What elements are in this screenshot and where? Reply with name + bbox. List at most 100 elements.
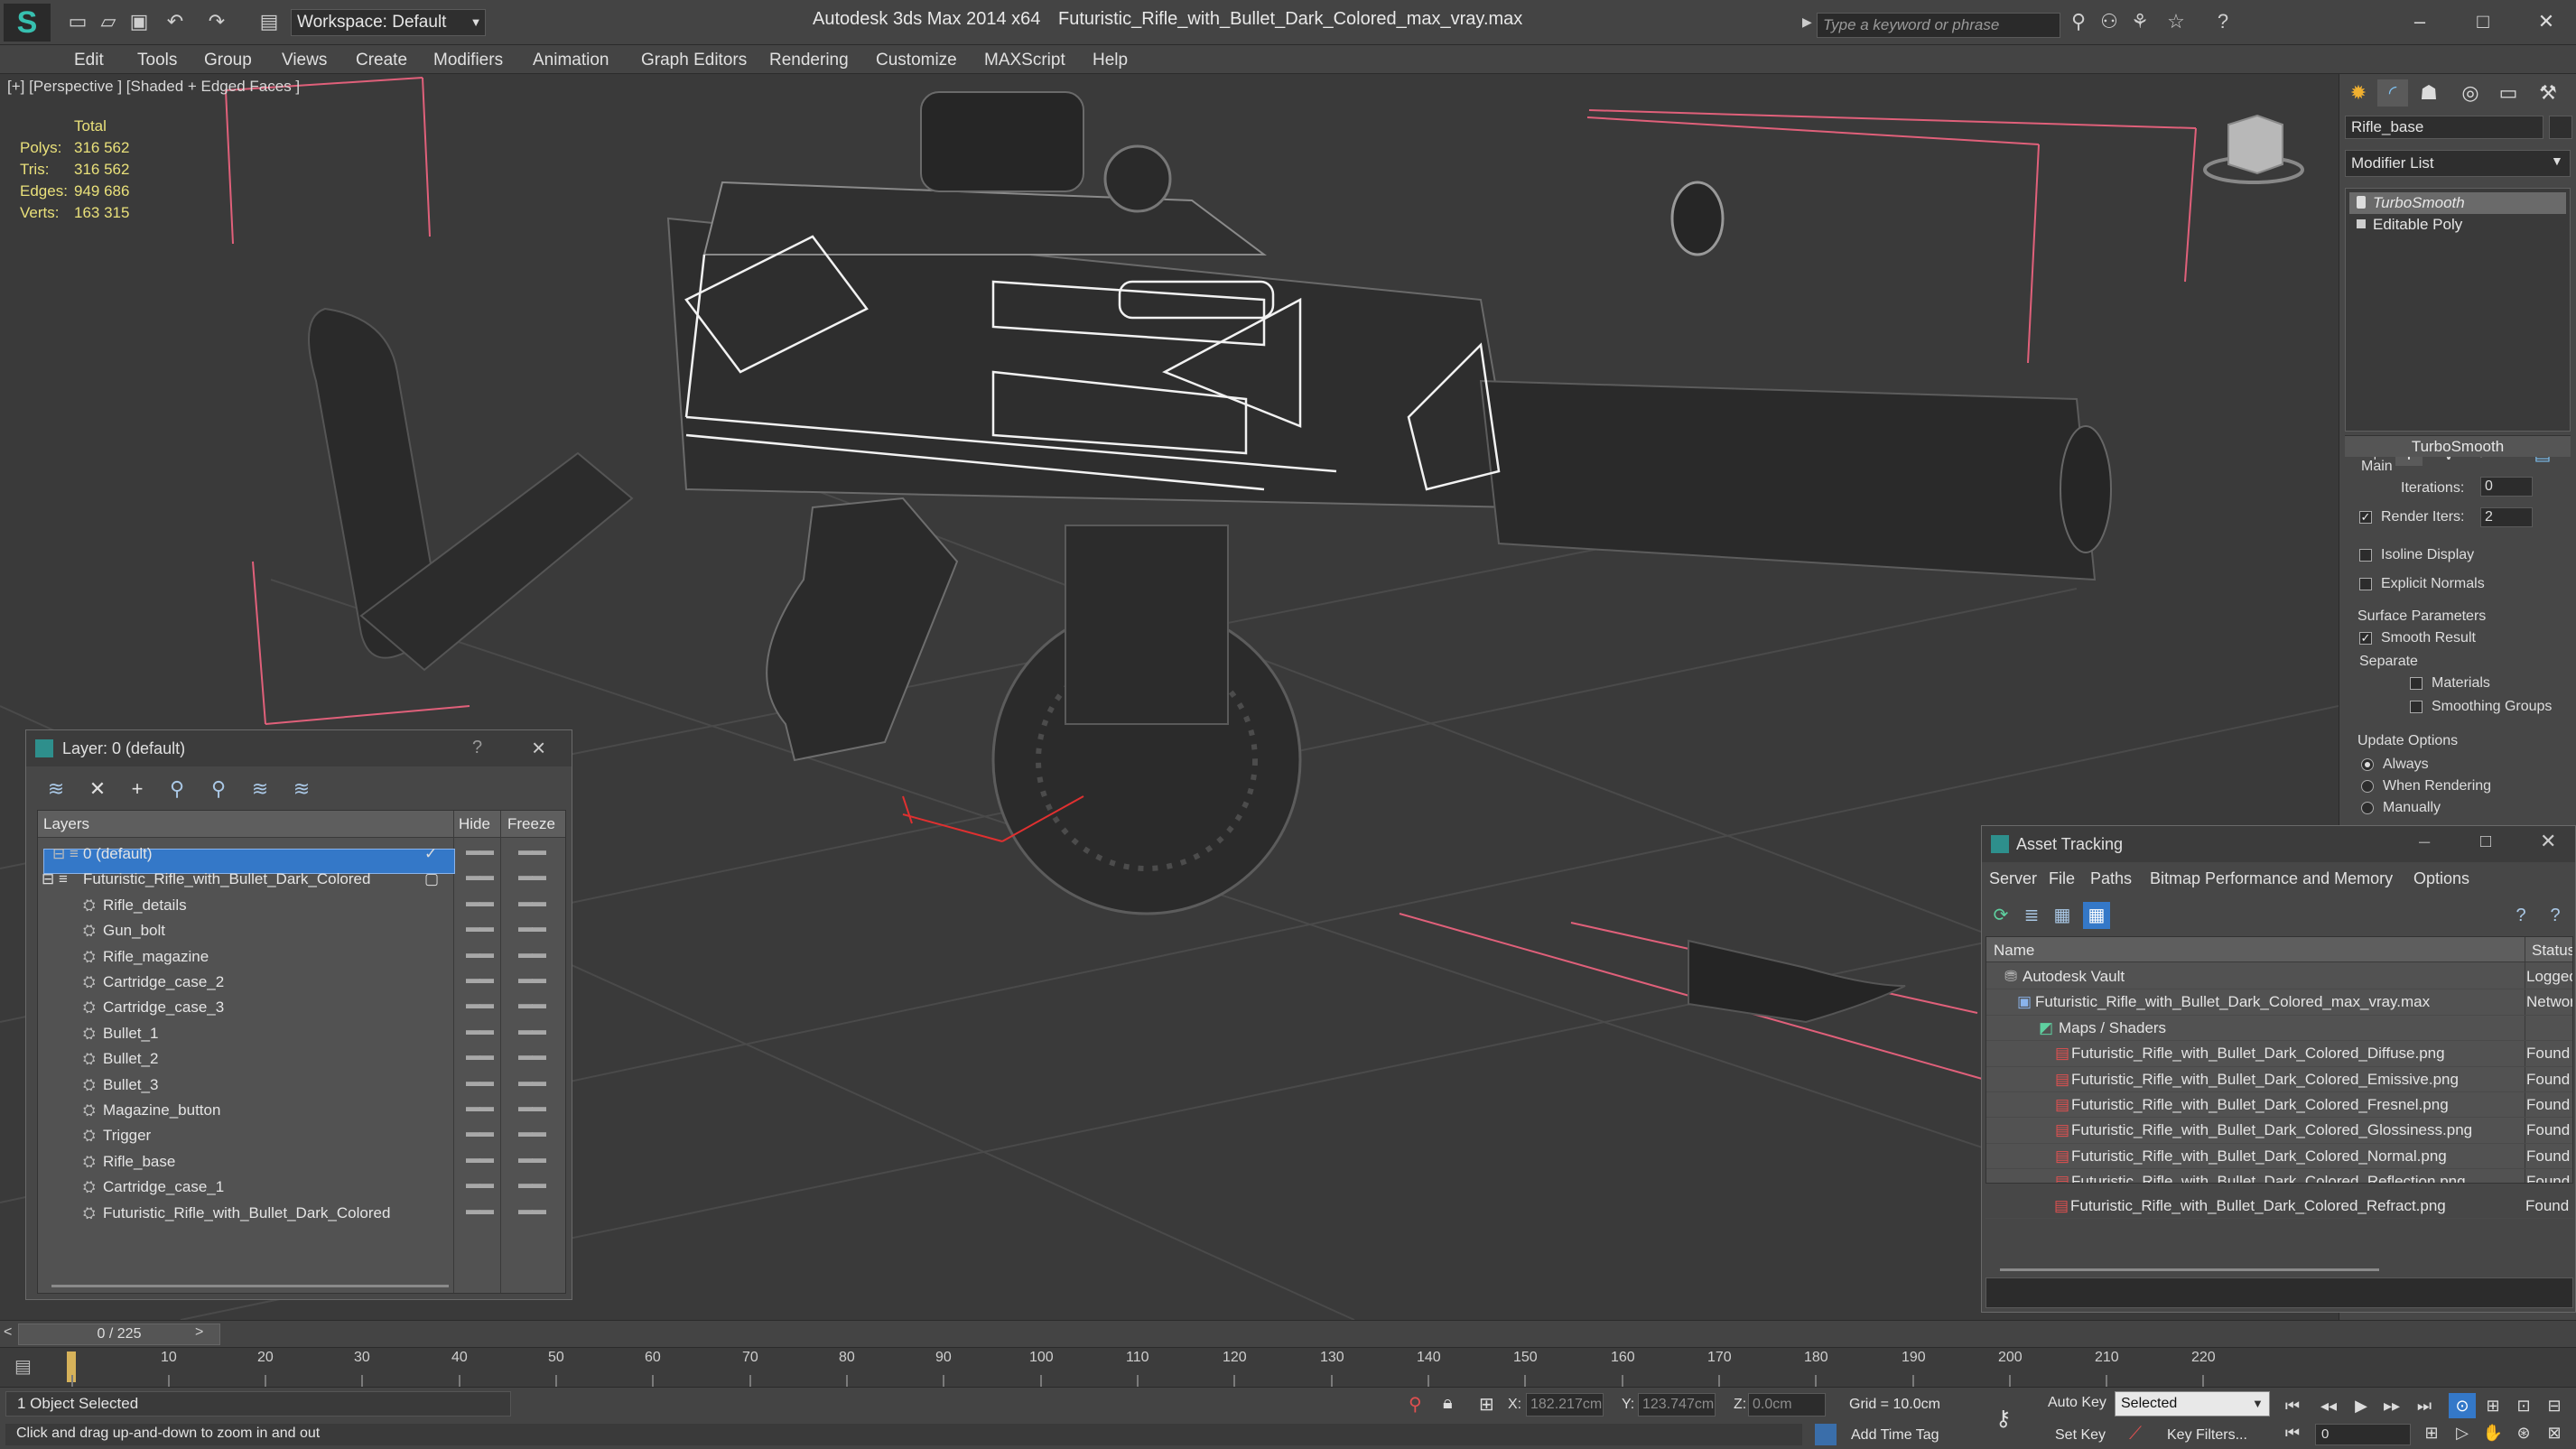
column-name[interactable]: Name	[1994, 942, 2034, 960]
column-layers[interactable]: Layers	[43, 815, 89, 833]
asset-row[interactable]: ▤ Futuristic_Rifle_with_Bullet_Dark_Colo…	[1986, 1118, 2572, 1144]
chevron-down-icon[interactable]: ▼	[2551, 153, 2563, 168]
key-selection-dropdown[interactable]: Selected	[2115, 1391, 2270, 1416]
search-input[interactable]: Type a keyword or phrase	[1817, 13, 2060, 38]
layer-row[interactable]: ⛭ Rifle_base ▬▬ ▬▬	[38, 1149, 565, 1175]
open-file-icon[interactable]: ▱	[96, 9, 121, 34]
add-time-tag-button[interactable]: Add Time Tag	[1851, 1427, 1939, 1444]
maximize-viewport-icon[interactable]: ⊟	[2541, 1393, 2568, 1418]
chevron-right-icon[interactable]: >	[195, 1324, 203, 1341]
always-radio[interactable]	[2361, 758, 2374, 771]
menu-group[interactable]: Group	[204, 51, 252, 70]
refresh-icon[interactable]: ⟳	[1987, 902, 2014, 929]
menu-views[interactable]: Views	[282, 51, 327, 70]
menu-customize[interactable]: Customize	[876, 51, 957, 70]
asset-menu-file[interactable]: File	[2049, 869, 2075, 888]
undo-icon[interactable]: ↶	[163, 9, 188, 34]
modify-tab-icon[interactable]: ◜	[2377, 79, 2408, 107]
chevron-left-icon[interactable]: <	[4, 1324, 12, 1341]
set-key-button[interactable]: Set Key	[2055, 1427, 2106, 1444]
layer-row[interactable]: ⛭ Bullet_1 ▬▬ ▬▬	[38, 1021, 565, 1046]
maximize-toggle-icon[interactable]: ⊠	[2541, 1420, 2568, 1445]
close-icon[interactable]: ✕	[2540, 830, 2556, 853]
x-coordinate-field[interactable]: 182.217cm	[1526, 1393, 1604, 1416]
lightbulb-icon[interactable]	[2357, 196, 2366, 209]
menu-animation[interactable]: Animation	[533, 51, 609, 70]
freeze-all-layers-icon[interactable]: ≋	[288, 776, 315, 803]
absolute-mode-icon[interactable]: ⊞	[1479, 1393, 1494, 1416]
chevron-down-icon[interactable]: ▼	[466, 9, 486, 36]
motion-tab-icon[interactable]: ◎	[2455, 79, 2486, 107]
layer-row[interactable]: ⛭ Futuristic_Rifle_with_Bullet_Dark_Colo…	[38, 1201, 565, 1226]
render-iters-spinner[interactable]: 2	[2480, 507, 2533, 527]
expand-icon[interactable]	[2357, 219, 2366, 228]
materials-checkbox[interactable]	[2410, 677, 2423, 690]
y-coordinate-field[interactable]: 123.747cm	[1638, 1393, 1716, 1416]
key-mode-toggle-icon[interactable]: ⏮	[2279, 1420, 2306, 1445]
asset-row[interactable]: ▤ Futuristic_Rifle_with_Bullet_Dark_Colo…	[1986, 1169, 2572, 1183]
layer-row[interactable]: ⊟ ≡ 0 (default) ✓ ▬▬ ▬▬	[38, 841, 565, 867]
communication-icon[interactable]: ⚘	[2127, 9, 2153, 34]
manually-radio[interactable]	[2361, 802, 2374, 814]
list-view-icon[interactable]: ≣	[2018, 902, 2045, 929]
selection-lock-icon[interactable]: 🔒︎	[1443, 1393, 1453, 1414]
help-icon[interactable]: ?	[2507, 902, 2534, 929]
layer-row[interactable]: ⛭ Trigger ▬▬ ▬▬	[38, 1123, 565, 1148]
stack-item-editable-poly[interactable]: Editable Poly	[2349, 214, 2566, 236]
asset-menu-server[interactable]: Server	[1989, 869, 2037, 888]
asset-row[interactable]: ▤ Futuristic_Rifle_with_Bullet_Dark_Colo…	[1986, 1067, 2572, 1092]
walk-through-icon[interactable]: ✋	[2479, 1420, 2506, 1445]
app-logo-icon[interactable]: S	[4, 4, 51, 42]
menu-graph-editors[interactable]: Graph Editors	[641, 51, 747, 70]
zoom-extents-icon[interactable]: ⊙	[2449, 1393, 2476, 1418]
viewport-label[interactable]: [+] [Perspective ] [Shaded + Edged Faces…	[7, 78, 300, 96]
asset-row[interactable]: ▤ Futuristic_Rifle_with_Bullet_Dark_Colo…	[1986, 1041, 2572, 1067]
maximize-icon[interactable]: □	[2465, 5, 2501, 38]
go-to-end-icon[interactable]: ⏭	[2411, 1393, 2438, 1418]
active-check-icon[interactable]: ✓	[424, 845, 437, 863]
menu-modifiers[interactable]: Modifiers	[433, 51, 503, 70]
search-expand-icon[interactable]: ▶	[1802, 14, 1812, 30]
subscription-icon[interactable]: ⚇	[2097, 9, 2122, 34]
asset-row[interactable]: ◩ Maps / Shaders	[1986, 1016, 2572, 1042]
new-file-icon[interactable]: ▭	[65, 9, 90, 34]
isoline-checkbox[interactable]	[2359, 549, 2372, 562]
layer-row[interactable]: ⛭ Magazine_button ▬▬ ▬▬	[38, 1098, 565, 1123]
isolate-icon[interactable]: ⚲	[1409, 1393, 1422, 1416]
pan-view-icon[interactable]: ▷	[2449, 1420, 2476, 1445]
column-freeze[interactable]: Freeze	[507, 815, 555, 833]
z-coordinate-field[interactable]: 0.0cm	[1748, 1393, 1826, 1416]
hide-all-layers-icon[interactable]: ≋	[246, 776, 274, 803]
current-frame-field[interactable]: 0	[2315, 1424, 2411, 1445]
highlight-layer-icon[interactable]: ⚲	[205, 776, 232, 803]
time-slider-thumb[interactable]: 0 / 225	[18, 1324, 220, 1345]
next-frame-icon[interactable]: ▸▸	[2378, 1393, 2405, 1418]
asset-path-field[interactable]	[1985, 1277, 2573, 1308]
zoom-all-icon[interactable]: ⊡	[2510, 1393, 2537, 1418]
workspace-dropdown[interactable]: Workspace: Default	[291, 9, 486, 36]
layer-row[interactable]: ⛭ Rifle_magazine ▬▬ ▬▬	[38, 944, 565, 970]
layer-window-header[interactable]: Layer: 0 (default) ? ×	[26, 730, 572, 766]
help-icon[interactable]: ?	[2210, 9, 2236, 34]
menu-create[interactable]: Create	[356, 51, 407, 70]
asset-menu-bitmap[interactable]: Bitmap Performance and Memory	[2150, 869, 2393, 888]
close-icon[interactable]: ×	[532, 734, 545, 762]
menu-tools[interactable]: Tools	[137, 51, 177, 70]
orbit-icon[interactable]: ⊛	[2510, 1420, 2537, 1445]
column-status[interactable]: Status	[2532, 942, 2572, 960]
asset-menu-paths[interactable]: Paths	[2090, 869, 2132, 888]
field-of-view-icon[interactable]: ⊞	[2479, 1393, 2506, 1418]
minimize-icon[interactable]: –	[2402, 5, 2438, 38]
layer-row[interactable]: ⛭ Cartridge_case_2 ▬▬ ▬▬	[38, 970, 565, 995]
layer-row[interactable]: ⛭ Cartridge_case_3 ▬▬ ▬▬	[38, 995, 565, 1020]
key-icon[interactable]: ⚷	[1995, 1406, 2012, 1432]
layer-row[interactable]: ⊟ ≡ Futuristic_Rifle_with_Bullet_Dark_Co…	[38, 867, 565, 892]
smoothing-groups-checkbox[interactable]	[2410, 701, 2423, 713]
turbosmooth-rollout-header[interactable]: TurboSmooth	[2345, 435, 2571, 457]
play-icon[interactable]: ▶	[2348, 1393, 2375, 1418]
object-color-swatch[interactable]	[2549, 116, 2572, 139]
binoculars-icon[interactable]: ⚲	[2066, 9, 2091, 34]
menu-rendering[interactable]: Rendering	[769, 51, 849, 70]
modifier-list-dropdown[interactable]: Modifier List	[2345, 150, 2571, 177]
menu-help[interactable]: Help	[1093, 51, 1128, 70]
